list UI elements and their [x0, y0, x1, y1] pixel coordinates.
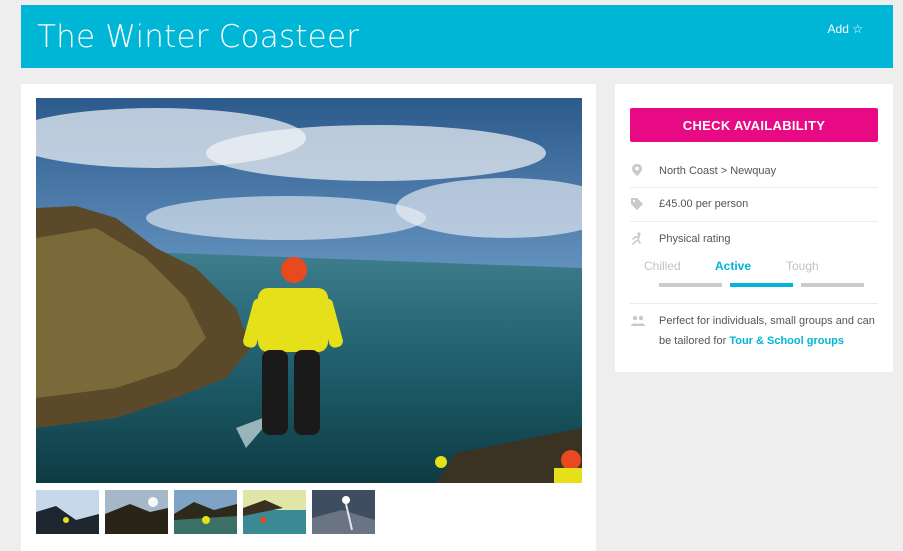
gallery-card [21, 84, 596, 551]
groups-row: Perfect for individuals, small groups an… [630, 303, 878, 363]
price-text: £45.00 per person [659, 198, 749, 210]
rating-bar-active [730, 283, 793, 287]
runner-icon [632, 232, 641, 245]
people-icon [631, 315, 645, 326]
map-pin-icon [632, 164, 642, 176]
tour-school-groups-link[interactable]: Tour & School groups [729, 335, 844, 347]
info-card: CHECK AVAILABILITY North Coast > Newquay… [615, 84, 893, 372]
location-text: North Coast > Newquay [659, 165, 777, 177]
thumbnail-1[interactable] [36, 490, 99, 534]
rating-bar-chilled [659, 283, 722, 287]
price-tag-icon [631, 198, 643, 210]
physical-rating-label: Physical rating [659, 233, 731, 245]
rating-chilled: Chilled [644, 259, 681, 273]
page-title: The Winter Coasteer [37, 19, 360, 55]
thumbnail-5[interactable] [312, 490, 375, 534]
thumbnail-2[interactable] [105, 490, 168, 534]
thumbnail-3[interactable] [174, 490, 237, 534]
location-row: North Coast > Newquay [630, 154, 878, 188]
page-header: The Winter Coasteer Add ☆ [21, 5, 893, 68]
add-favourite-button[interactable]: Add ☆ [828, 22, 863, 36]
price-row: £45.00 per person [630, 187, 878, 222]
rating-tough: Tough [786, 259, 819, 273]
rating-bar-tough [801, 283, 864, 287]
groups-text: Perfect for individuals, small groups an… [659, 311, 879, 351]
check-availability-button[interactable]: CHECK AVAILABILITY [630, 108, 878, 142]
thumbnail-4[interactable] [243, 490, 306, 534]
rating-active: Active [715, 259, 752, 273]
thumbnail-strip [36, 490, 375, 534]
main-photo[interactable] [36, 98, 582, 483]
